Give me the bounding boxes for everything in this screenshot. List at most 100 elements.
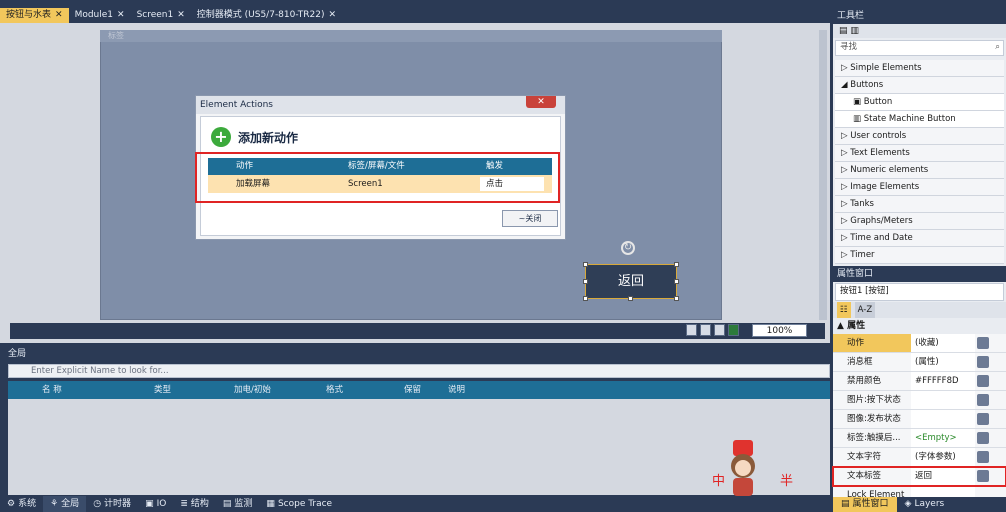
- structure-icon: ≣: [180, 499, 188, 509]
- column-header[interactable]: 格式: [320, 381, 398, 399]
- back-button-element[interactable]: 返回: [585, 264, 677, 299]
- state-machine-icon: ▥: [853, 114, 862, 124]
- column-header[interactable]: 类型: [148, 381, 228, 399]
- categorized-icon[interactable]: ☷: [837, 302, 851, 318]
- resize-handle[interactable]: [583, 279, 588, 284]
- toolbox-item[interactable]: ▷ Image Elements: [835, 179, 1004, 196]
- rotate-handle-icon[interactable]: ↻: [621, 241, 635, 255]
- clock-icon: ◷: [93, 499, 102, 509]
- trigger-select[interactable]: 点击: [480, 177, 544, 191]
- add-action-title[interactable]: 添加新动作: [238, 129, 298, 146]
- toolbox-item[interactable]: ▷ Time and Date: [835, 230, 1004, 247]
- overlay-char: 半: [780, 474, 794, 489]
- layout-icon[interactable]: [728, 324, 739, 336]
- column-header: 触发: [486, 161, 504, 171]
- close-icon[interactable]: ✕: [329, 8, 337, 23]
- right-bottom-tabs: ▤ 属性窗口 ◈ Layers: [833, 497, 1006, 512]
- search-icon[interactable]: ⌕: [995, 41, 1003, 55]
- object-selector[interactable]: 按钮1 [按钮]: [835, 283, 1004, 301]
- tab-properties[interactable]: ▤ 属性窗口: [833, 497, 897, 512]
- property-row[interactable]: 图片:按下状态: [833, 391, 1006, 410]
- toolbox-copy-icon[interactable]: ▥: [850, 26, 859, 36]
- tab-scope-trace[interactable]: ▦ Scope Trace: [259, 496, 339, 512]
- toolbox-view-icon[interactable]: ▤: [839, 26, 848, 36]
- ellipsis-icon[interactable]: [977, 470, 989, 482]
- ellipsis-icon[interactable]: [977, 432, 989, 444]
- grid-icon[interactable]: [700, 324, 711, 336]
- resize-handle[interactable]: [674, 262, 679, 267]
- column-header[interactable]: 说明: [442, 381, 522, 399]
- dialog-body: + 添加新动作 动作 标签/屏幕/文件 触发 加载屏幕 Screen1 点击 ~…: [195, 116, 561, 236]
- tab-layers[interactable]: ◈ Layers: [897, 497, 953, 512]
- dropdown-icon[interactable]: [977, 375, 989, 387]
- property-row[interactable]: 文本标签 返回: [832, 466, 1006, 487]
- toolbox-item[interactable]: ▷ Simple Elements: [835, 60, 1004, 77]
- resize-handle[interactable]: [583, 262, 588, 267]
- add-icon[interactable]: +: [211, 127, 231, 147]
- scope-icon: ▦: [266, 499, 275, 509]
- tab-system[interactable]: ⚙ 系统: [0, 496, 43, 512]
- close-dialog-button[interactable]: ~关闭: [502, 210, 558, 227]
- close-icon[interactable]: ✕: [55, 8, 63, 23]
- page-icon[interactable]: [714, 324, 725, 336]
- toolbox-item[interactable]: ▷ Text Elements: [835, 145, 1004, 162]
- toolbox-item[interactable]: ◢ Buttons: [835, 77, 1004, 94]
- ellipsis-icon[interactable]: [977, 337, 989, 349]
- dialog-close-button[interactable]: ✕: [526, 96, 556, 108]
- vertical-scrollbar[interactable]: [819, 30, 827, 320]
- right-panel: 工具栏 ▤ ▥ 寻找 ⌕ ▷ Simple Elements ◢ Buttons…: [832, 8, 1006, 512]
- zoom-field[interactable]: 100%: [752, 324, 807, 337]
- resize-handle[interactable]: [583, 296, 588, 301]
- property-row[interactable]: 消息框 (属性): [833, 353, 1006, 372]
- close-icon[interactable]: ✕: [117, 8, 125, 23]
- properties-toolbar: ☷ A-Z: [833, 302, 1006, 318]
- tab-0[interactable]: 按钮与水表 ✕: [0, 8, 69, 23]
- tab-io[interactable]: ▣ IO: [138, 496, 173, 512]
- resize-handle[interactable]: [674, 296, 679, 301]
- global-columns: 名 称 类型 加电/初始 格式 保留 说明: [8, 381, 830, 399]
- tab-global[interactable]: ⚘ 全局: [43, 496, 87, 512]
- property-row[interactable]: 图像:发布状态: [833, 410, 1006, 429]
- tab-2[interactable]: Screen1 ✕: [131, 8, 191, 23]
- property-row[interactable]: 标签:触摸后... <Empty>: [833, 429, 1006, 448]
- sort-az-button[interactable]: A-Z: [854, 302, 876, 318]
- layers-icon: ◈: [904, 499, 912, 509]
- close-icon[interactable]: ✕: [177, 8, 185, 23]
- properties-panel: 属性窗口 按钮1 [按钮] ☷ A-Z ▲ 属性 动作 (收藏) 消息框 (属性…: [832, 266, 1006, 505]
- property-row[interactable]: 动作 (收藏): [833, 334, 1006, 353]
- tab-structure[interactable]: ≣ 结构: [173, 496, 216, 512]
- toolbox-item[interactable]: ▷ Timer: [835, 247, 1004, 264]
- toolbox-item[interactable]: ▣ Button: [835, 94, 1004, 111]
- element-actions-dialog: Element Actions ✕ + 添加新动作 动作 标签/屏幕/文件 触发…: [195, 95, 566, 240]
- toolbox-search[interactable]: 寻找 ⌕: [835, 40, 1004, 56]
- table-row[interactable]: 加载屏幕 Screen1 点击: [208, 175, 552, 193]
- global-search-input[interactable]: Enter Explicit Name to look for...: [8, 364, 830, 378]
- toolbox-item[interactable]: ▷ Graphs/Meters: [835, 213, 1004, 230]
- ellipsis-icon[interactable]: [977, 413, 989, 425]
- tab-monitor[interactable]: ▤ 监测: [216, 496, 260, 512]
- toolbox-item[interactable]: ▷ Numeric elements: [835, 162, 1004, 179]
- property-row[interactable]: 禁用颜色 #FFFFF8D: [833, 372, 1006, 391]
- resize-handle[interactable]: [628, 296, 633, 301]
- tab-1[interactable]: Module1 ✕: [69, 8, 131, 23]
- toolbox-item[interactable]: ▥ State Machine Button: [835, 111, 1004, 128]
- button-icon: ▣: [853, 97, 862, 107]
- bottom-tab-strip: ⚙ 系统 ⚘ 全局 ◷ 计时器 ▣ IO ≣ 结构 ▤ 监测 ▦ Scope Trace: [0, 496, 835, 512]
- action-cell[interactable]: 加载屏幕: [230, 175, 342, 193]
- properties-icon: ▤: [841, 499, 850, 509]
- actions-table-header: 动作 标签/屏幕/文件 触发: [208, 158, 552, 175]
- column-header[interactable]: 名 称: [8, 381, 148, 399]
- ellipsis-icon[interactable]: [977, 356, 989, 368]
- column-header[interactable]: 保留: [398, 381, 442, 399]
- target-cell[interactable]: Screen1: [342, 175, 480, 193]
- toolbox-item[interactable]: ▷ Tanks: [835, 196, 1004, 213]
- tab-timer[interactable]: ◷ 计时器: [86, 496, 138, 512]
- tab-3[interactable]: 控制器模式 (US5/7-810-TR22) ✕: [191, 8, 342, 23]
- column-header[interactable]: 加电/初始: [228, 381, 320, 399]
- resize-handle[interactable]: [674, 279, 679, 284]
- view-icon[interactable]: [686, 324, 697, 336]
- ellipsis-icon[interactable]: [977, 451, 989, 463]
- toolbox-item[interactable]: ▷ User controls: [835, 128, 1004, 145]
- ellipsis-icon[interactable]: [977, 394, 989, 406]
- property-row[interactable]: 文本字符 (字体参数): [833, 448, 1006, 467]
